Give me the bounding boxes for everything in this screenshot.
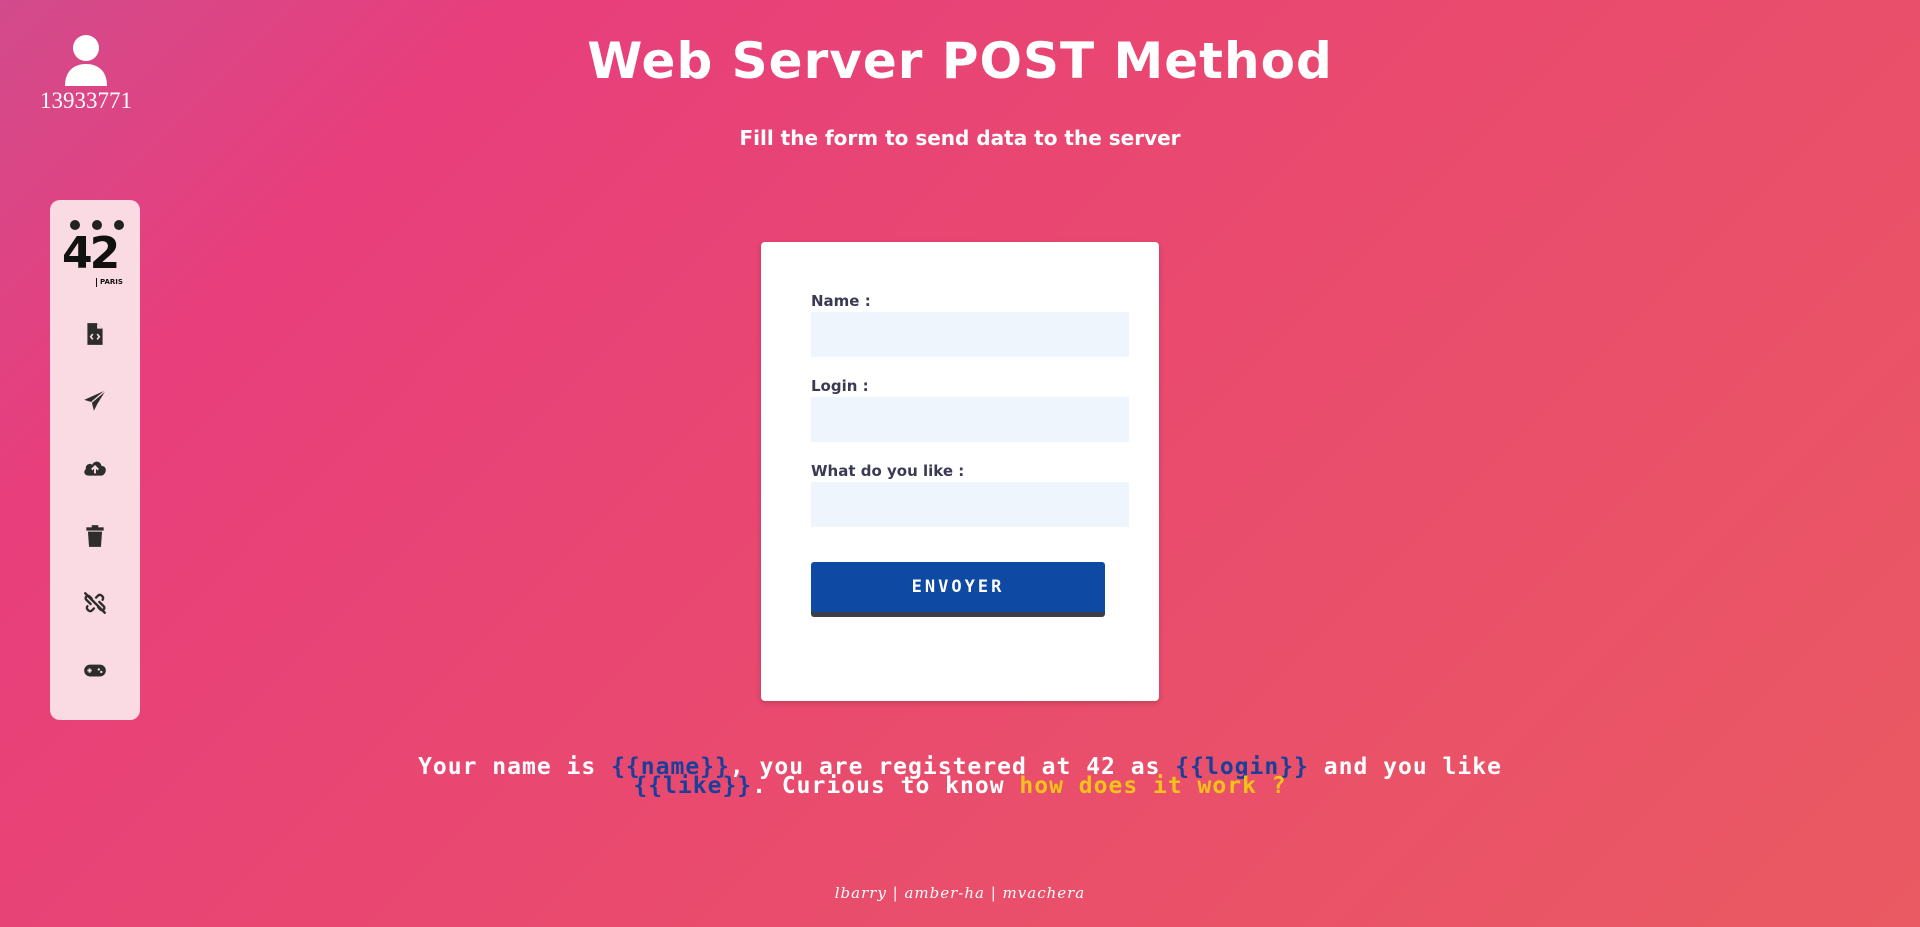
paper-plane-icon [84, 389, 107, 411]
logo-label: PARIS [96, 278, 123, 287]
page-title: Web Server POST Method [587, 32, 1333, 90]
post-form-card: Name : Login : What do you like : ENVOYE… [761, 242, 1159, 701]
submit-button[interactable]: ENVOYER [811, 562, 1105, 612]
gamepad-icon [84, 664, 106, 677]
broken-link-icon [84, 592, 106, 614]
sidebar: 42 PARIS [50, 200, 140, 720]
sidebar-item-file-code[interactable] [77, 316, 113, 352]
sidebar-item-upload[interactable] [77, 450, 113, 486]
sidebar-item-send[interactable] [77, 383, 113, 419]
login-input[interactable] [811, 397, 1129, 442]
footer-credits: lbarry | amber-ha | mvachera [834, 884, 1086, 902]
42-paris-logo[interactable]: 42 PARIS [62, 218, 128, 290]
like-label: What do you like : [811, 462, 965, 480]
logo-number: 42 [62, 228, 120, 279]
name-input[interactable] [811, 312, 1129, 357]
user-id: 13933771 [40, 88, 132, 113]
sidebar-item-delete[interactable] [77, 518, 113, 554]
result-message: Your name is {{name}}, you are registere… [230, 756, 1690, 799]
sidebar-item-game[interactable] [77, 652, 113, 688]
trash-icon [86, 525, 104, 547]
name-label: Name : [811, 292, 871, 310]
result-text-1: Your name is [418, 754, 612, 780]
like-input[interactable] [811, 482, 1129, 527]
result-text-3: and you like [1308, 754, 1502, 780]
page-subtitle: Fill the form to send data to the server [739, 126, 1181, 150]
like-placeholder: {{like}} [633, 773, 753, 799]
result-text-4: . Curious to know [752, 773, 1020, 799]
file-code-icon [87, 323, 103, 345]
login-label: Login : [811, 377, 869, 395]
how-it-works-link[interactable]: how does it work ? [1019, 773, 1286, 799]
cloud-upload-icon [84, 461, 106, 476]
sidebar-item-unlink[interactable] [77, 585, 113, 621]
